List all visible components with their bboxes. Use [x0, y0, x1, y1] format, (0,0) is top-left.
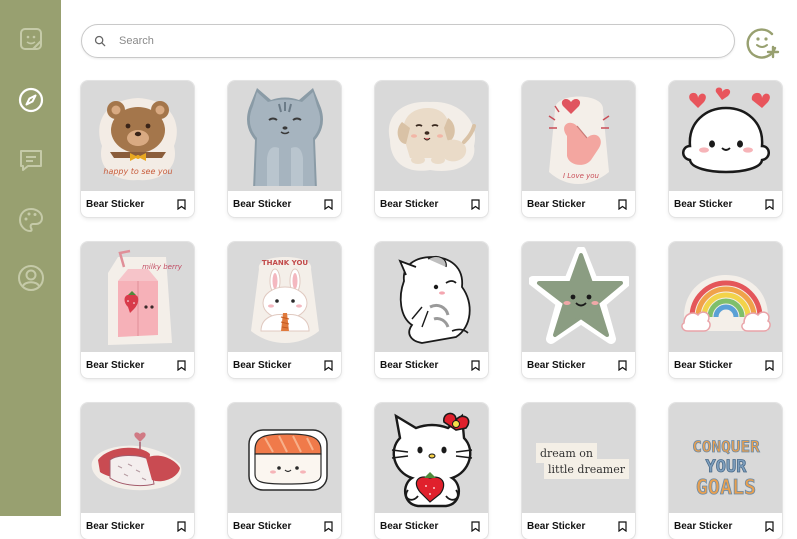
sticker-card[interactable]: Bear Sticker — [375, 403, 488, 539]
sticker-card[interactable]: Bear Sticker — [669, 242, 782, 378]
card-footer: Bear Sticker — [522, 513, 635, 539]
bookmark-icon[interactable] — [469, 198, 481, 210]
card-footer: Bear Sticker — [522, 191, 635, 217]
sticker-thumbnail-milk[interactable]: milky berry — [81, 242, 194, 352]
sticker-card[interactable]: Bear Sticker — [375, 242, 488, 378]
card-footer: Bear Sticker — [228, 513, 341, 539]
sticker-card[interactable]: I Love you Bear Sticker — [522, 81, 635, 217]
bookmark-icon[interactable] — [469, 520, 481, 532]
sticker-thumbnail-salmon[interactable] — [228, 403, 341, 513]
search-input[interactable] — [117, 34, 681, 48]
sticker-thumbnail-sushi[interactable] — [81, 403, 194, 513]
sticker-title: Bear Sticker — [380, 359, 439, 371]
quote-text: little dreamer — [548, 463, 625, 476]
card-footer: Bear Sticker — [81, 352, 194, 378]
sticker-title: Bear Sticker — [674, 359, 733, 371]
sticker-thumbnail-quote[interactable]: dream on little dreamer — [522, 403, 635, 513]
bookmark-icon[interactable] — [469, 359, 481, 371]
sticker-caption: I Love you — [562, 172, 599, 180]
sticker-card[interactable]: Bear Sticker — [375, 81, 488, 217]
compass-icon[interactable] — [17, 86, 45, 114]
sticker-thumbnail-heart-hand[interactable]: I Love you — [522, 81, 635, 191]
sticker-thumbnail-rainbow[interactable] — [669, 242, 782, 352]
sticker-card[interactable]: CONQUER YOUR GOALS Bear Sticker — [669, 403, 782, 539]
bookmark-icon[interactable] — [175, 198, 187, 210]
sticker-title: Bear Sticker — [674, 198, 733, 210]
add-sticker-icon — [746, 28, 780, 59]
sticker-thumbnail-cat[interactable] — [228, 81, 341, 191]
sticker-card[interactable]: milky berry Bear Sticker — [81, 242, 194, 378]
sticker-card[interactable]: Bear Sticker — [522, 242, 635, 378]
bookmark-icon[interactable] — [616, 198, 628, 210]
sidebar — [0, 0, 61, 516]
bookmark-icon[interactable] — [616, 520, 628, 532]
bookmark-icon[interactable] — [763, 198, 775, 210]
bookmark-icon[interactable] — [763, 520, 775, 532]
goals-line-1: CONQUER — [692, 437, 760, 456]
sticker-icon[interactable] — [17, 25, 45, 53]
sticker-title: Bear Sticker — [233, 198, 292, 210]
sticker-card[interactable]: dream on little dreamer Bear Sticker — [522, 403, 635, 539]
palette-icon[interactable] — [17, 206, 45, 234]
sticker-title: Bear Sticker — [86, 359, 145, 371]
card-footer: Bear Sticker — [81, 513, 194, 539]
bookmark-icon[interactable] — [763, 359, 775, 371]
card-footer: Bear Sticker — [669, 191, 782, 217]
add-sticker-button[interactable] — [745, 24, 781, 60]
sticker-title: Bear Sticker — [527, 198, 586, 210]
card-footer: Bear Sticker — [81, 191, 194, 217]
sticker-card[interactable]: THANK YOU Bear Sticker — [228, 242, 341, 378]
card-footer: Bear Sticker — [375, 191, 488, 217]
bookmark-icon[interactable] — [322, 198, 334, 210]
sticker-title: Bear Sticker — [233, 359, 292, 371]
card-footer: Bear Sticker — [669, 513, 782, 539]
profile-icon[interactable] — [17, 264, 45, 292]
bookmark-icon[interactable] — [322, 359, 334, 371]
sticker-thumbnail-puppy[interactable] — [375, 81, 488, 191]
card-footer: Bear Sticker — [375, 352, 488, 378]
sticker-thumbnail-seal[interactable] — [669, 81, 782, 191]
sticker-title: Bear Sticker — [527, 520, 586, 532]
goals-line-2: YOUR — [705, 457, 747, 477]
sticker-title: Bear Sticker — [233, 520, 292, 532]
card-footer: Bear Sticker — [522, 352, 635, 378]
message-icon[interactable] — [17, 146, 45, 174]
sticker-thumbnail-bear[interactable]: happy to see you — [81, 81, 194, 191]
search-icon — [94, 34, 108, 48]
card-footer: Bear Sticker — [228, 191, 341, 217]
sticker-card[interactable]: Bear Sticker — [669, 81, 782, 217]
sticker-caption: THANK YOU — [261, 259, 308, 267]
bookmark-icon[interactable] — [322, 520, 334, 532]
quote-line-2: little dreamer — [544, 459, 629, 479]
search-bar — [81, 24, 735, 58]
goals-line-3: GOALS — [695, 475, 755, 499]
sticker-title: Bear Sticker — [86, 520, 145, 532]
card-footer: Bear Sticker — [228, 352, 341, 378]
bookmark-icon[interactable] — [616, 359, 628, 371]
sticker-caption: happy to see you — [103, 167, 172, 176]
sticker-thumbnail-bunny[interactable]: THANK YOU — [228, 242, 341, 352]
sticker-caption: milky berry — [142, 263, 183, 271]
sticker-title: Bear Sticker — [380, 520, 439, 532]
sticker-title: Bear Sticker — [674, 520, 733, 532]
sticker-card[interactable]: Bear Sticker — [228, 81, 341, 217]
bookmark-icon[interactable] — [175, 359, 187, 371]
sticker-card[interactable]: Bear Sticker — [81, 403, 194, 539]
sticker-title: Bear Sticker — [527, 359, 586, 371]
bookmark-icon[interactable] — [175, 520, 187, 532]
sticker-card[interactable]: Bear Sticker — [228, 403, 341, 539]
sticker-thumbnail-kitten[interactable] — [375, 242, 488, 352]
sticker-card[interactable]: happy to see you Bear Sticker — [81, 81, 194, 217]
sticker-thumbnail-goals[interactable]: CONQUER YOUR GOALS — [669, 403, 782, 513]
card-footer: Bear Sticker — [669, 352, 782, 378]
sticker-thumbnail-hello-kitty[interactable] — [375, 403, 488, 513]
sticker-thumbnail-star[interactable] — [522, 242, 635, 352]
card-footer: Bear Sticker — [375, 513, 488, 539]
sticker-title: Bear Sticker — [86, 198, 145, 210]
sticker-title: Bear Sticker — [380, 198, 439, 210]
